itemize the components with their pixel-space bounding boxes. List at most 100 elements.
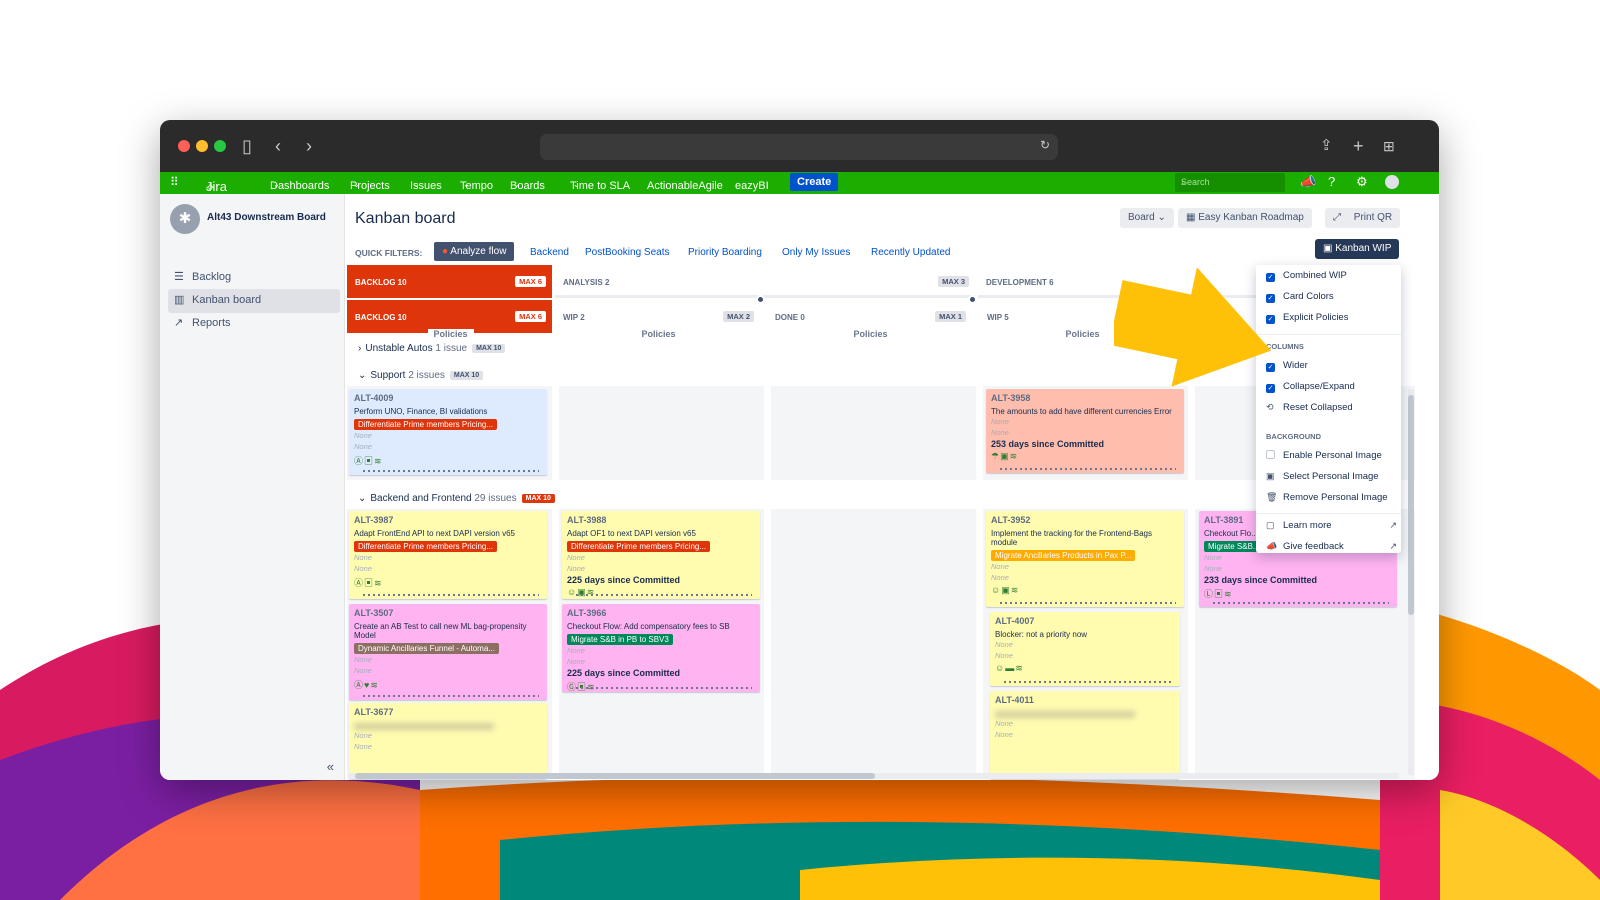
subcolumn-header-0[interactable]: BACKLOG 10MAX 6Policies	[347, 300, 552, 333]
issue-key[interactable]: ALT-3958	[991, 393, 1179, 403]
policies-link[interactable]: Policies	[636, 329, 682, 339]
menu-background-option-2[interactable]: 🗑Remove Personal Image	[1266, 492, 1388, 503]
issue-key[interactable]: ALT-3507	[354, 608, 542, 618]
menu-divider	[1256, 513, 1401, 514]
menu-option-2[interactable]: ✓Explicit Policies	[1266, 312, 1348, 324]
column-header-0[interactable]: BACKLOG 10MAX 6	[347, 265, 552, 298]
issue-key[interactable]: ALT-4007	[995, 616, 1175, 626]
issue-card[interactable]: ALT-3988Adapt OF1 to next DAPI version v…	[562, 511, 760, 599]
issue-card[interactable]: ALT-4011NoneNone	[990, 691, 1180, 779]
vertical-scrollbar-thumb[interactable]	[1408, 395, 1414, 615]
back-icon[interactable]: ‹	[275, 134, 281, 158]
scrollbar-thumb[interactable]	[355, 773, 875, 779]
swimlane-header-2[interactable]: ⌄Backend and Frontend 29 issuesMAX 10	[358, 493, 555, 504]
policies-link[interactable]: Policies	[428, 329, 474, 339]
policies-link[interactable]: Policies	[1060, 329, 1106, 339]
settings-icon[interactable]: ⚙	[1356, 174, 1368, 190]
close-window-button[interactable]	[178, 140, 190, 152]
menu-link-1[interactable]: 📣Give feedback↗	[1266, 541, 1391, 552]
easy-kanban-roadmap-button[interactable]: ▦ Easy Kanban Roadmap	[1178, 208, 1312, 228]
reports-icon: ↗	[174, 317, 186, 329]
issue-card[interactable]: ALT-4009 Perform UNO, Finance, BI validat…	[349, 389, 547, 475]
menu-column-option-2[interactable]: ⟲Reset Collapsed	[1266, 402, 1353, 413]
epic-label[interactable]: Migrate S&B...	[1204, 541, 1264, 552]
browser-window: ▯ ‹ › ↻ ⇪ + ⊞ ⠿ ⟡ Jira Dashboards⌄Projec…	[160, 120, 1439, 780]
epic-label[interactable]: Migrate Ancillaries Products in Pax P...	[991, 550, 1135, 561]
menu-link-0[interactable]: ▢Learn more↗	[1266, 520, 1391, 531]
issue-card[interactable]: ALT-3677NoneNone	[349, 703, 547, 779]
epic-label[interactable]: Differentiate Prime members Pricing...	[354, 541, 497, 552]
issue-card[interactable]: ALT-3952Implement the tracking for the F…	[986, 511, 1184, 607]
sidebar-item-2[interactable]: ↗Reports	[168, 312, 340, 336]
new-tab-icon[interactable]: +	[1353, 134, 1364, 158]
card-age-dots	[1004, 681, 1172, 683]
column-header-1[interactable]: ANALYSIS 2MAX 3	[555, 265, 975, 298]
menu-option-1[interactable]: ✓Card Colors	[1266, 291, 1334, 303]
forward-icon[interactable]: ›	[306, 134, 312, 158]
issue-key[interactable]: ALT-3988	[567, 515, 755, 525]
issue-card[interactable]: ALT-3958The amounts to add have differen…	[986, 389, 1184, 473]
checkbox-unchecked-icon[interactable]	[1266, 450, 1275, 459]
issue-card[interactable]: ALT-3507Create an AB Test to call new ML…	[349, 604, 547, 700]
epic-label[interactable]: Differentiate Prime members Pricing...	[567, 541, 710, 552]
share-icon[interactable]: ⇪	[1320, 134, 1333, 158]
epic-label[interactable]: Migrate S&B in PB to SBV3	[567, 634, 673, 645]
reload-icon[interactable]: ↻	[1040, 138, 1050, 152]
sidebar-icon[interactable]: ▯	[242, 134, 252, 158]
epic-label[interactable]: Differentiate Prime members Pricing...	[354, 419, 497, 430]
address-bar[interactable]: ↻	[540, 134, 1058, 160]
horizontal-scrollbar[interactable]	[349, 773, 1399, 779]
board-icon: ▥	[174, 294, 186, 306]
epic-label[interactable]: Dynamic Ancillaries Funnel - Automa...	[354, 643, 499, 654]
quick-filter-1[interactable]: PostBooking Seats	[585, 247, 670, 258]
issue-card[interactable]: ALT-3987Adapt FrontEnd API to next DAPI …	[349, 511, 547, 599]
minimize-window-button[interactable]	[196, 140, 208, 152]
policies-link[interactable]: Policies	[848, 329, 894, 339]
menu-background-option-0[interactable]: Enable Personal Image	[1266, 450, 1382, 461]
quick-filter-0[interactable]: Backend	[530, 247, 569, 258]
info-icon: ▢	[1266, 520, 1275, 531]
tab-overview-icon[interactable]: ⊞	[1383, 134, 1395, 158]
zoom-window-button[interactable]	[214, 140, 226, 152]
chevron-down-icon: ⌄	[1157, 212, 1165, 223]
project-name[interactable]: Alt43 Downstream Board	[207, 212, 326, 223]
vertical-scrollbar[interactable]	[1408, 389, 1414, 775]
avatar[interactable]	[1385, 175, 1399, 189]
print-qr-button[interactable]: ⤢ Print QR	[1325, 208, 1400, 228]
subcolumn-header-1[interactable]: WIP 2MAX 2Policies	[555, 300, 760, 333]
issue-key[interactable]: ALT-4011	[995, 695, 1175, 705]
quick-filter-2[interactable]: Priority Boarding	[688, 247, 762, 258]
swimlane-header-0[interactable]: ›Unstable Autos 1 issueMAX 10	[358, 343, 505, 354]
kanban-wip-button[interactable]: ▣ Kanban WIP	[1315, 239, 1399, 259]
notifications-icon[interactable]: 📣	[1300, 174, 1316, 190]
collapse-sidebar-button[interactable]: «	[327, 759, 334, 774]
issue-key[interactable]: ALT-3966	[567, 608, 755, 618]
card-icons: ☺▣≋	[567, 587, 755, 598]
project-avatar[interactable]: ✱	[170, 204, 200, 234]
column-handle-icon[interactable]	[756, 295, 765, 304]
column-lane	[771, 386, 976, 480]
app-switcher-icon[interactable]: ⠿	[170, 175, 179, 189]
quick-filter-analyze-flow[interactable]: ● Analyze flow	[434, 242, 514, 261]
issue-summary: Perform UNO, Finance, BI validations	[354, 407, 542, 416]
issue-key[interactable]: ALT-3987	[354, 515, 542, 525]
menu-option-0[interactable]: ✓Combined WIP	[1266, 270, 1347, 282]
quick-filter-3[interactable]: Only My Issues	[782, 247, 850, 258]
create-button[interactable]: Create	[790, 173, 838, 191]
menu-column-option-1[interactable]: ✓Collapse/Expand	[1266, 381, 1355, 393]
help-icon[interactable]: ?	[1328, 174, 1335, 189]
issue-key[interactable]: ALT-4009	[354, 393, 542, 403]
issue-card[interactable]: ALT-4007Blocker: not a priority nowNoneN…	[990, 612, 1180, 686]
issue-key[interactable]: ALT-3952	[991, 515, 1179, 525]
subcolumn-header-2[interactable]: DONE 0MAX 1Policies	[767, 300, 972, 333]
quick-filter-4[interactable]: Recently Updated	[871, 247, 951, 258]
issue-key[interactable]: ALT-3677	[354, 707, 542, 717]
board-menu-button[interactable]: Board ⌄	[1120, 208, 1174, 228]
sidebar-item-0[interactable]: ☰Backlog	[168, 266, 340, 290]
issue-card[interactable]: ALT-3966Checkout Flow: Add compensatory …	[562, 604, 760, 692]
column-handle-icon[interactable]	[968, 295, 977, 304]
swimlane-header-1[interactable]: ⌄Support 2 issuesMAX 10	[358, 370, 483, 381]
sidebar-item-1[interactable]: ▥Kanban board	[168, 289, 340, 313]
search-input[interactable]: ⌕ Search	[1175, 173, 1285, 192]
menu-background-option-1[interactable]: ▣Select Personal Image	[1266, 471, 1379, 482]
